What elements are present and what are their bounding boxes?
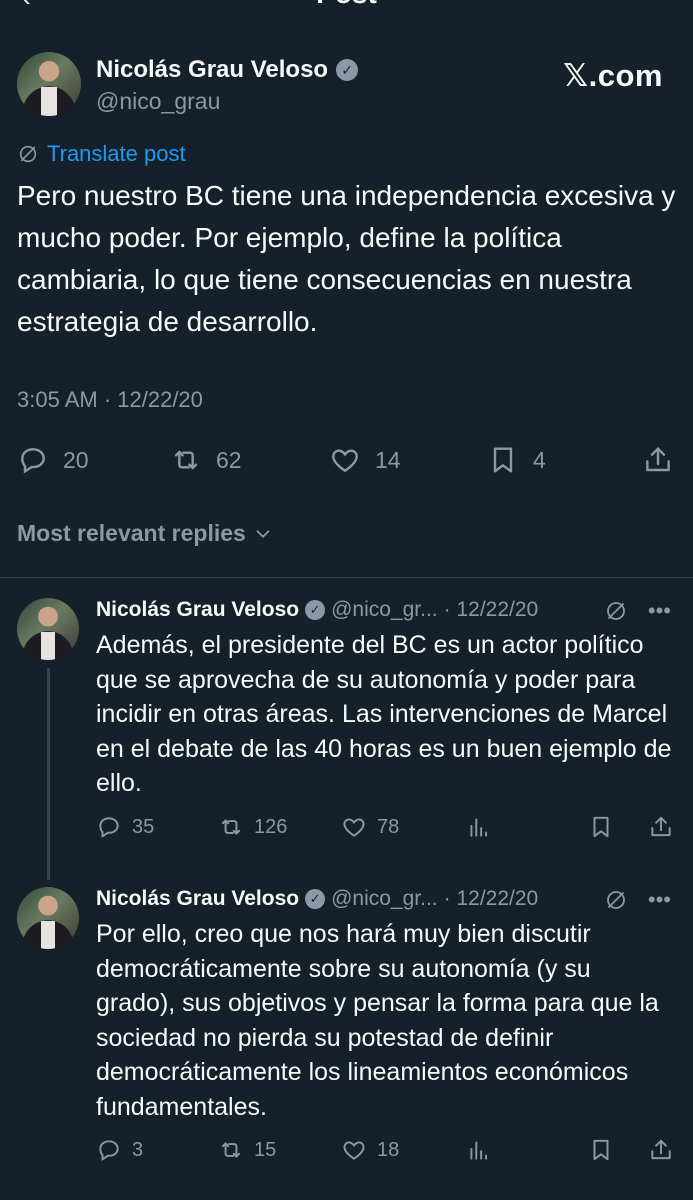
- like-button[interactable]: 78: [341, 814, 399, 840]
- reply-button[interactable]: 20: [17, 444, 89, 476]
- reply-header-icons: •••: [604, 598, 671, 624]
- post-header: Nicolás Grau Veloso ✓ @nico_grau 𝕏.com: [17, 52, 677, 122]
- bookmark-icon: [487, 444, 519, 476]
- views-button[interactable]: [466, 1137, 492, 1163]
- x-com-watermark: 𝕏.com: [563, 58, 663, 93]
- reply-button[interactable]: 3: [96, 1137, 143, 1163]
- reply-date[interactable]: · 12/22/20: [444, 887, 539, 911]
- share-icon: [648, 1137, 674, 1163]
- bookmark-icon: [588, 814, 614, 840]
- post-text: Pero nuestro BC tiene una independencia …: [17, 180, 676, 337]
- translate-icon[interactable]: [604, 599, 628, 623]
- reply-count: 3: [132, 1138, 144, 1161]
- reply-count: 35: [132, 815, 155, 838]
- share-button[interactable]: [648, 1137, 674, 1163]
- reply-action-bar: 3 15 18: [96, 1137, 676, 1167]
- verified-badge-icon: ✓: [305, 889, 326, 909]
- reply-sort-dropdown[interactable]: Most relevant replies: [17, 520, 274, 547]
- reply-header: Nicolás Grau Veloso ✓ @nico_gr... · 12/2…: [96, 598, 538, 622]
- reply-action-bar: 35 126 78: [96, 814, 676, 844]
- like-button[interactable]: 14: [329, 444, 401, 476]
- repost-count: 15: [254, 1138, 277, 1161]
- author-name[interactable]: Nicolás Grau Veloso: [96, 887, 299, 911]
- reply-date[interactable]: · 12/22/20: [444, 598, 539, 622]
- reply-icon: [17, 444, 49, 476]
- avatar[interactable]: [17, 598, 79, 660]
- heart-icon: [329, 444, 361, 476]
- translate-post-link[interactable]: Translate post: [17, 141, 186, 167]
- verified-badge-icon: ✓: [305, 600, 326, 620]
- translate-icon[interactable]: [604, 888, 628, 912]
- like-count: 14: [375, 446, 401, 473]
- like-count: 78: [377, 815, 400, 838]
- views-icon: [466, 1137, 492, 1163]
- repost-icon: [218, 1137, 244, 1163]
- repost-count: 126: [254, 815, 288, 838]
- reply-icon: [96, 814, 122, 840]
- avatar[interactable]: [17, 887, 79, 949]
- more-options-icon[interactable]: •••: [648, 887, 671, 913]
- repost-button[interactable]: 15: [218, 1137, 276, 1163]
- avatar[interactable]: [17, 52, 81, 116]
- heart-icon: [341, 1137, 367, 1163]
- author-handle[interactable]: @nico_gr...: [331, 887, 438, 911]
- repost-button[interactable]: 126: [218, 814, 287, 840]
- translate-icon: [17, 143, 39, 165]
- reply-text: Por ello, creo que nos hará muy bien dis…: [96, 920, 659, 1121]
- page-title: Post: [0, 0, 693, 10]
- author-handle[interactable]: @nico_grau: [96, 88, 220, 115]
- repost-icon: [170, 444, 202, 476]
- reply-count: 20: [63, 446, 89, 473]
- bookmark-button[interactable]: [588, 814, 614, 840]
- like-count: 18: [377, 1138, 400, 1161]
- reply-header-icons: •••: [604, 887, 671, 913]
- reply-item[interactable]: Nicolás Grau Veloso ✓ @nico_gr... · 12/2…: [0, 887, 693, 1177]
- reply-header: Nicolás Grau Veloso ✓ @nico_gr... · 12/2…: [96, 887, 538, 911]
- bookmark-count: 4: [533, 446, 546, 473]
- bookmark-button[interactable]: 4: [487, 444, 546, 476]
- repost-icon: [218, 814, 244, 840]
- verified-badge-icon: ✓: [336, 59, 359, 81]
- translate-label: Translate post: [47, 141, 186, 166]
- reply-icon: [96, 1137, 122, 1163]
- author-name[interactable]: Nicolás Grau Veloso: [96, 598, 299, 622]
- author-handle[interactable]: @nico_gr...: [331, 598, 438, 622]
- divider: [0, 577, 693, 578]
- author-name-row: Nicolás Grau Veloso ✓: [96, 56, 359, 84]
- reply-item[interactable]: Nicolás Grau Veloso ✓ @nico_gr... · 12/2…: [0, 598, 693, 848]
- views-button[interactable]: [466, 814, 492, 840]
- bookmark-icon: [588, 1137, 614, 1163]
- author-name[interactable]: Nicolás Grau Veloso: [96, 56, 328, 84]
- repost-count: 62: [216, 446, 242, 473]
- share-icon: [648, 814, 674, 840]
- bookmark-button[interactable]: [588, 1137, 614, 1163]
- post-timestamp[interactable]: 3:05 AM · 12/22/20: [17, 387, 203, 413]
- share-button[interactable]: [648, 814, 674, 840]
- reply-text: Además, el presidente del BC es un actor…: [96, 631, 672, 797]
- reply-button[interactable]: 35: [96, 814, 154, 840]
- like-button[interactable]: 18: [341, 1137, 399, 1163]
- share-button[interactable]: [642, 444, 674, 476]
- more-options-icon[interactable]: •••: [648, 598, 671, 624]
- heart-icon: [341, 814, 367, 840]
- views-icon: [466, 814, 492, 840]
- reply-sort-label: Most relevant replies: [17, 520, 246, 546]
- post-action-bar: 20 62 14 4: [17, 444, 677, 480]
- repost-button[interactable]: 62: [170, 444, 242, 476]
- chevron-down-icon: [252, 523, 274, 545]
- share-icon: [642, 444, 674, 476]
